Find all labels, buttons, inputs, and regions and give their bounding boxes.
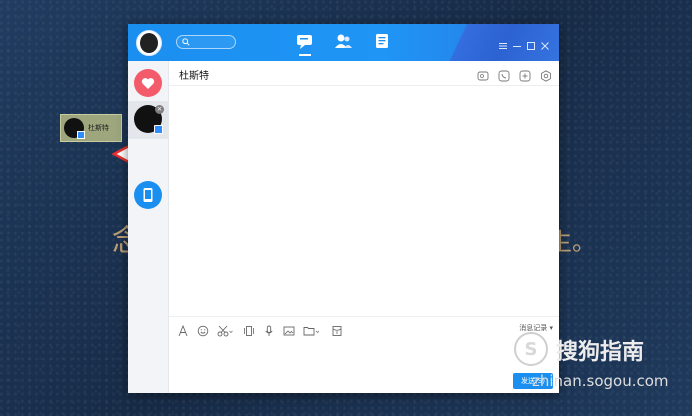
phone-call-icon bbox=[498, 70, 510, 82]
menu-button[interactable] bbox=[498, 36, 508, 49]
phone-icon bbox=[143, 188, 153, 202]
sidebar-item-my-device[interactable] bbox=[134, 181, 162, 209]
emoji-button[interactable] bbox=[197, 322, 209, 337]
red-packet-icon bbox=[332, 326, 342, 336]
tab-contacts[interactable] bbox=[333, 32, 353, 50]
minimize-icon bbox=[513, 46, 521, 47]
contacts-icon bbox=[335, 34, 352, 48]
dragged-contact-label: 杜斯特 bbox=[88, 124, 109, 132]
emoji-icon bbox=[197, 325, 209, 337]
shake-button[interactable] bbox=[243, 322, 255, 336]
folder-icon bbox=[303, 327, 320, 336]
document-icon bbox=[376, 34, 388, 48]
voice-button[interactable] bbox=[263, 322, 275, 336]
message-history-link[interactable]: 消息记录 ▾ bbox=[519, 323, 553, 333]
menu-icon bbox=[499, 43, 507, 49]
heart-icon bbox=[141, 77, 155, 89]
message-history-label: 消息记录 bbox=[519, 324, 548, 332]
sogou-logo-icon: S bbox=[514, 332, 548, 366]
window-topbar bbox=[128, 24, 559, 61]
add-button[interactable] bbox=[519, 67, 531, 82]
search-icon bbox=[182, 38, 190, 46]
search-box[interactable] bbox=[176, 35, 236, 49]
screenshot-button[interactable] bbox=[217, 322, 233, 337]
chat-panel: 杜斯特 消息记录 ▾ 发送(S) bbox=[169, 61, 559, 393]
settings-button[interactable] bbox=[540, 67, 552, 82]
message-input-area[interactable]: 发送(S) bbox=[169, 337, 559, 393]
add-icon bbox=[519, 70, 531, 82]
shake-icon bbox=[244, 326, 254, 336]
dragged-contact-avatar bbox=[64, 118, 85, 139]
red-packet-button[interactable] bbox=[331, 322, 343, 336]
qq-chat-window: × 杜斯特 消息记录 ▾ 发送(S) bbox=[128, 24, 559, 393]
screen-share-icon bbox=[477, 71, 489, 81]
screen-share-button[interactable] bbox=[477, 67, 489, 81]
chat-bubble-icon bbox=[297, 35, 312, 49]
chat-title: 杜斯特 bbox=[179, 71, 209, 82]
maximize-icon bbox=[527, 42, 535, 50]
screenshot-icon bbox=[217, 325, 233, 337]
minimize-button[interactable] bbox=[512, 36, 522, 47]
session-sidebar: × bbox=[128, 61, 169, 393]
font-button[interactable] bbox=[177, 322, 189, 337]
maximize-button[interactable] bbox=[526, 36, 536, 50]
watermark-title: 搜狗指南 bbox=[556, 340, 645, 365]
font-icon bbox=[178, 324, 188, 337]
search-input[interactable] bbox=[190, 37, 233, 47]
voice-icon bbox=[265, 325, 273, 336]
chevron-down-icon: ▾ bbox=[549, 324, 553, 332]
tab-space[interactable] bbox=[372, 32, 392, 50]
topbar-decoration bbox=[419, 24, 559, 61]
settings-icon bbox=[541, 70, 551, 82]
watermark-url: zhinan.sogou.com bbox=[532, 372, 669, 390]
input-toolbar: 消息记录 ▾ bbox=[169, 316, 559, 337]
sidebar-item-favorites[interactable] bbox=[134, 69, 162, 97]
close-session-icon[interactable]: × bbox=[155, 105, 164, 114]
image-button[interactable] bbox=[283, 322, 295, 336]
image-icon bbox=[283, 326, 295, 336]
tab-messages[interactable] bbox=[295, 32, 315, 56]
close-button[interactable] bbox=[540, 36, 550, 50]
folder-button[interactable] bbox=[303, 322, 321, 336]
my-avatar[interactable] bbox=[136, 30, 162, 56]
close-icon bbox=[541, 42, 549, 50]
chat-header: 杜斯特 bbox=[169, 61, 559, 86]
phone-call-button[interactable] bbox=[498, 67, 510, 82]
